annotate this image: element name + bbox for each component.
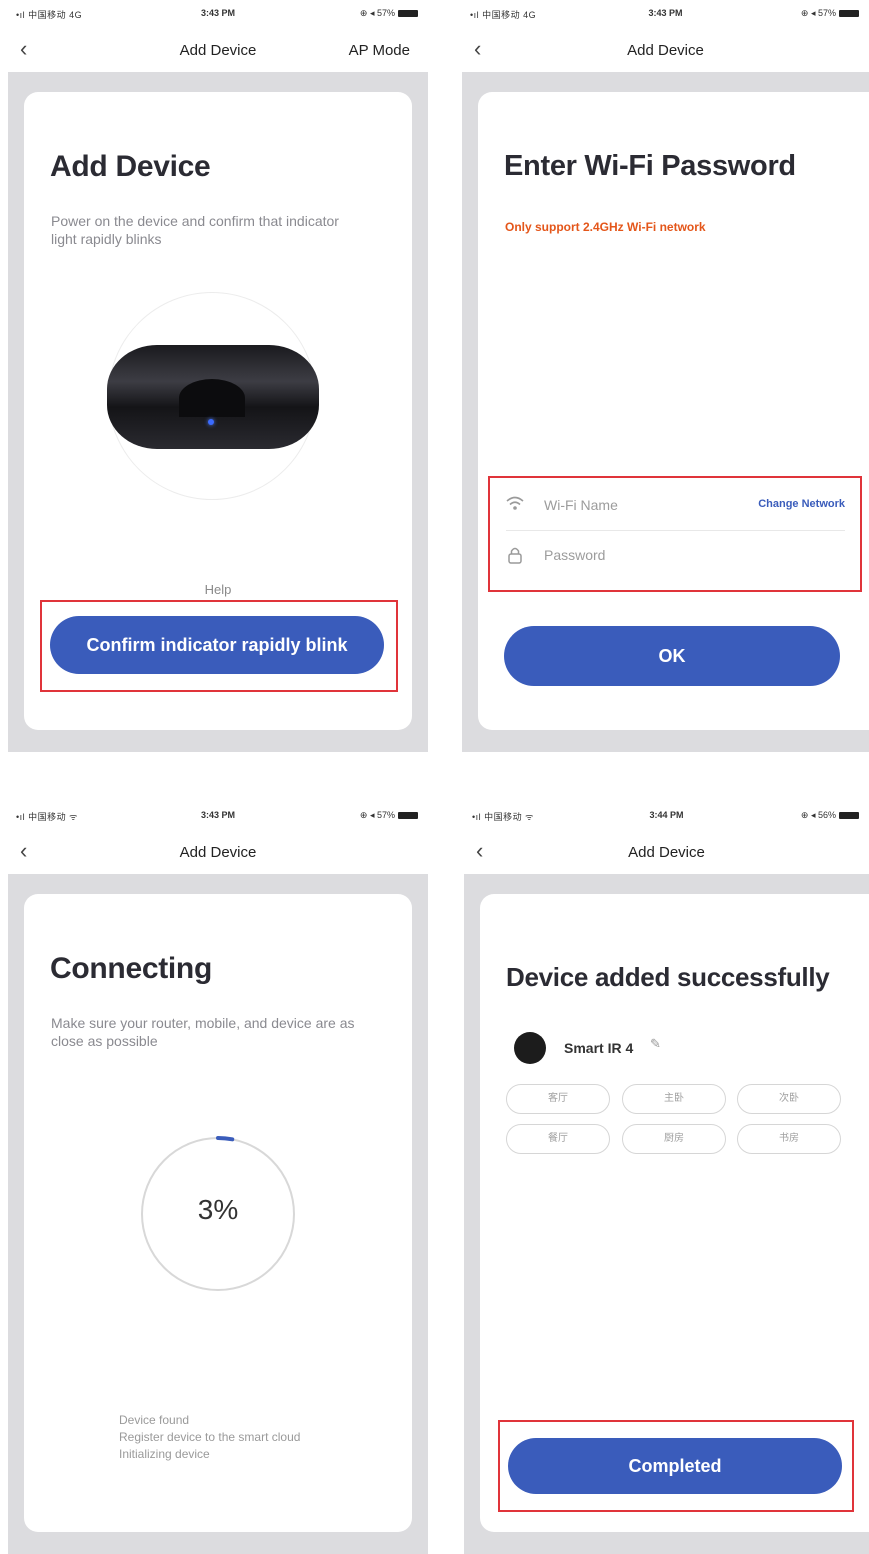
frequency-warning: Only support 2.4GHz Wi-Fi network <box>505 220 706 234</box>
device-avatar <box>514 1032 546 1064</box>
screen-enter-wifi: •ıl 中国移动 4G 3:43 PM ⊕ ◂ 57% ‹ Add Device… <box>462 0 869 752</box>
content-card: Enter Wi-Fi Password Only support 2.4GHz… <box>478 92 869 730</box>
progress-percent: 3% <box>197 1194 239 1225</box>
nav-title: Add Device <box>628 844 705 861</box>
nav-bar: ‹ Add Device <box>8 836 428 870</box>
screen-add-device: •ıl 中国移动 4G 3:43 PM ⊕ ◂ 57% ‹ Add Device… <box>8 0 428 752</box>
status-bar: •ıl 中国移动 ᯤ 3:44 PM ⊕ ◂ 56% <box>464 810 869 824</box>
instruction-text: Power on the device and confirm that ind… <box>51 213 339 247</box>
page-title: Enter Wi-Fi Password <box>504 150 796 182</box>
wifi-icon <box>506 496 524 514</box>
nav-bar: ‹ Add Device <box>462 34 869 68</box>
password-input[interactable] <box>544 544 714 566</box>
ap-mode-link[interactable]: AP Mode <box>349 42 410 59</box>
status-bar: •ıl 中国移动 4G 3:43 PM ⊕ ◂ 57% <box>462 8 869 22</box>
wifi-name-row: Change Network <box>506 486 845 528</box>
password-row <box>506 536 845 578</box>
content-card: Connecting Make sure your router, mobile… <box>24 894 412 1532</box>
battery-indicator: ⊕ ◂ 57% <box>360 810 418 821</box>
room-chip[interactable]: 客厅 <box>506 1084 610 1114</box>
field-divider <box>506 530 845 531</box>
content-panel: Device added successfully Smart IR 4 ✎ 客… <box>464 874 869 1554</box>
room-chip[interactable]: 餐厅 <box>506 1124 610 1154</box>
indicator-led <box>208 419 214 425</box>
battery-icon <box>839 812 859 820</box>
device-name: Smart IR 4 <box>564 1040 634 1056</box>
battery-indicator: ⊕ ◂ 57% <box>360 8 418 19</box>
battery-icon <box>398 10 418 18</box>
confirm-blink-button[interactable]: Confirm indicator rapidly blink <box>50 616 384 674</box>
page-title: Add Device <box>50 150 211 183</box>
nav-title: Add Device <box>179 844 257 861</box>
battery-text: ⊕ ◂ 57% <box>359 8 395 18</box>
content-panel: Enter Wi-Fi Password Only support 2.4GHz… <box>462 72 869 752</box>
battery-text: ⊕ ◂ 57% <box>359 810 395 820</box>
room-chip[interactable]: 书房 <box>737 1124 841 1154</box>
edit-icon[interactable]: ✎ <box>650 1036 661 1052</box>
battery-indicator: ⊕ ◂ 56% <box>801 810 859 821</box>
help-link[interactable]: Help <box>24 582 412 597</box>
completed-button[interactable]: Completed <box>508 1438 842 1494</box>
wifi-name-input[interactable] <box>544 494 714 516</box>
device-image-circle <box>107 292 319 500</box>
nav-bar: ‹ Add Device <box>464 836 869 870</box>
screen-connecting: •ıl 中国移动 ᯤ 3:43 PM ⊕ ◂ 57% ‹ Add Device … <box>8 802 428 1554</box>
page-title: Device added successfully <box>506 962 830 992</box>
room-chip[interactable]: 厨房 <box>622 1124 726 1154</box>
content-card: Add Device Power on the device and confi… <box>24 92 412 730</box>
room-chip[interactable]: 主卧 <box>622 1084 726 1114</box>
ok-button[interactable]: OK <box>504 626 840 686</box>
device-dome <box>179 379 245 417</box>
content-panel: Connecting Make sure your router, mobile… <box>8 874 428 1554</box>
status-bar: •ıl 中国移动 ᯤ 3:43 PM ⊕ ◂ 57% <box>8 810 428 824</box>
step-item: Initializing device <box>119 1447 210 1461</box>
status-bar: •ıl 中国移动 4G 3:43 PM ⊕ ◂ 57% <box>8 8 428 22</box>
screen-device-added: •ıl 中国移动 ᯤ 3:44 PM ⊕ ◂ 56% ‹ Add Device … <box>464 802 869 1554</box>
nav-bar: ‹ Add Device AP Mode <box>8 34 428 68</box>
content-card: Device added successfully Smart IR 4 ✎ 客… <box>480 894 869 1532</box>
instruction-text: Make sure your router, mobile, and devic… <box>51 1015 355 1049</box>
content-panel: Add Device Power on the device and confi… <box>8 72 428 752</box>
battery-text: ⊕ ◂ 56% <box>800 810 836 820</box>
change-network-link[interactable]: Change Network <box>758 498 845 510</box>
battery-indicator: ⊕ ◂ 57% <box>801 8 859 19</box>
battery-text: ⊕ ◂ 57% <box>800 8 836 18</box>
ir-device-image <box>107 345 319 449</box>
page-title: Connecting <box>50 952 212 985</box>
step-item: Device found <box>119 1413 190 1427</box>
battery-icon <box>839 10 859 18</box>
battery-icon <box>398 812 418 820</box>
step-item: Register device to the smart cloud <box>119 1430 301 1444</box>
connection-steps: Device found Register device to the smar… <box>119 1412 300 1463</box>
lock-icon <box>506 546 524 564</box>
nav-title: Add Device <box>627 42 704 59</box>
room-chip[interactable]: 次卧 <box>737 1084 841 1114</box>
